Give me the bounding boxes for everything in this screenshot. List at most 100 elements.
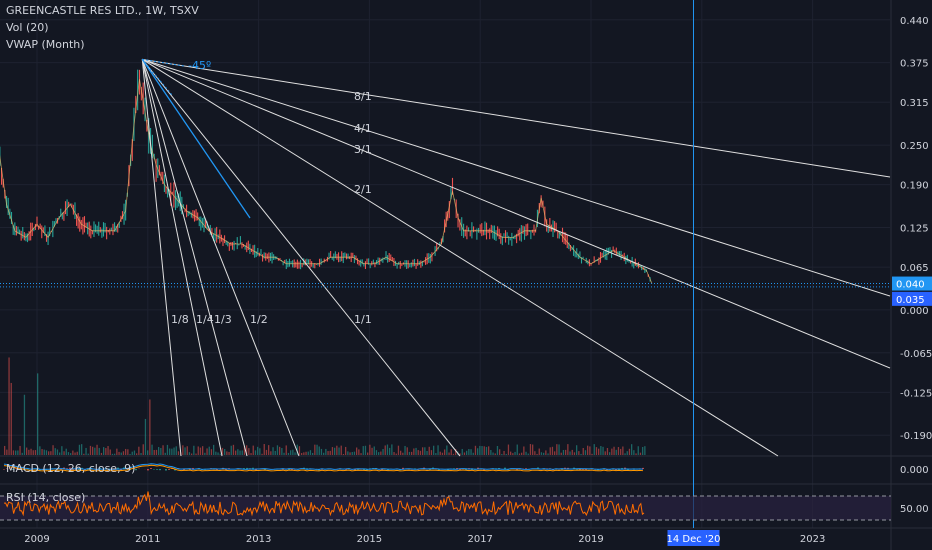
volume-bar [182,445,184,455]
macd-pane-label[interactable]: MACD (12, 26, close, 9) [6,462,135,475]
gann-fan-label: 8/1 [354,90,372,103]
volume-bar [191,453,193,455]
y-tick-label: 0.250 [900,141,929,152]
volume-bar [78,444,81,455]
volume-bar [606,447,609,455]
volume-bar [408,451,411,455]
volume-bar [613,446,615,455]
volume-bar [329,450,331,455]
volume-bar [76,451,78,455]
gann-fan-label: 1/3 [214,313,232,326]
volume-bar [554,451,556,455]
volume-bar [74,452,76,455]
volume-bar [360,453,362,455]
volume-bar [510,451,512,455]
volume-bar [193,445,195,455]
volume-bar [622,446,624,455]
volume-bar [342,453,345,455]
volume-bar [419,450,422,455]
volume-bar [28,449,30,455]
volume-bar [94,447,96,455]
volume-bar [239,450,241,455]
volume-bar [32,450,34,455]
volume-bar [461,448,463,455]
volume-bar [41,449,43,455]
volume-bar [305,451,307,455]
volume-bar [422,447,424,455]
gann-fan-label: 4/1 [354,122,372,135]
volume-bar [109,449,111,455]
volume-bar [56,449,59,455]
volume-bar [448,452,450,455]
volume-bar [404,445,406,455]
gann-fan-label: 1/8 [171,313,189,326]
volume-bar [70,453,72,455]
volume-bar [169,448,171,455]
volume-bar [406,447,408,455]
volume-bar [472,452,474,455]
volume-bar [424,447,426,455]
volume-bar [171,448,173,455]
volume-bar [389,447,391,455]
volume-bar [268,445,270,455]
volume-bar [292,449,294,455]
volume-bar [232,444,235,455]
rsi-pane-label[interactable]: RSI (14, close) [6,491,85,504]
volume-bar [92,446,94,455]
volume-bar [52,445,54,455]
volume-bar [98,447,100,455]
x-tick-label: 2009 [24,534,49,545]
volume-bar [23,394,26,455]
volume-bar [54,448,56,455]
volume-bar [37,373,39,455]
volume-bar [184,447,186,455]
volume-bar [45,450,48,455]
volume-bar [483,446,485,455]
volume-bar [565,449,567,455]
volume-bar [413,448,415,455]
volume-bar [312,452,314,455]
volume-bar [298,446,301,455]
volume-bar [481,446,483,455]
volume-bar [133,450,136,455]
symbol-title[interactable]: GREENCASTLE RES LTD., 1W, TSXV [6,4,199,17]
volume-bar [514,451,516,455]
x-tick-label: 2017 [467,534,492,545]
volume-bar [206,448,208,455]
volume-bar [116,448,118,455]
volume-bar [576,445,578,455]
chart-canvas[interactable]: 8/1 4/1 3/1 2/1 1/1 1/2 1/31/4 1/8 -45º 0.440 0.37… [0,0,932,550]
last-price-tag: 0.040 [896,280,925,291]
volume-bar [89,445,92,455]
volume-bar [59,452,61,455]
volume-bar [369,444,371,455]
volume-bar [547,453,549,455]
vwap-indicator-label[interactable]: VWAP (Month) [6,38,85,51]
x-tick-label: 2023 [800,534,825,545]
volume-bar [474,445,477,455]
volume-bar [213,444,215,455]
volume-bar [151,444,153,455]
volume-bar [226,451,228,455]
volume-bar [129,453,131,455]
volume-bar [584,450,587,455]
volume-bar [595,447,598,455]
volume-bar [446,445,448,455]
volume-indicator-label[interactable]: Vol (20) [6,21,49,34]
volume-bar [48,451,50,455]
y-tick-label: 0.375 [900,59,929,70]
volume-bar [527,453,529,455]
macd-axis-value: 0.000 [900,465,929,476]
gann-fan-label: 2/1 [354,183,372,196]
volume-bar [589,446,591,455]
volume-bar [164,452,166,455]
gann-fan-label: 1/2 [250,313,268,326]
volume-bar [100,452,103,455]
volume-bar [391,444,393,455]
volume-bar [598,448,600,455]
volume-bar [61,446,63,455]
volume-bar [120,452,122,455]
volume-bar [175,446,177,455]
volume-bar [281,448,283,455]
volume-bar [479,445,481,455]
